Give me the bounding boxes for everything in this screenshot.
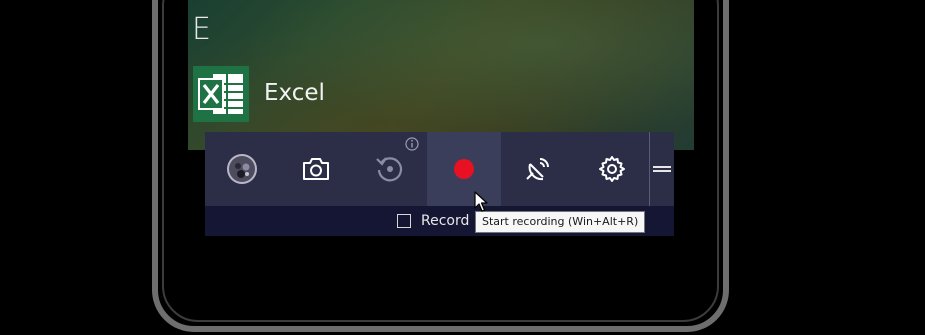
xbox-avatar-icon — [227, 154, 257, 184]
camera-icon — [303, 158, 329, 180]
excel-app-name[interactable]: Excel — [264, 80, 325, 106]
broadcast-icon — [526, 158, 549, 181]
settings-gear-icon — [599, 156, 625, 182]
gamebar-divider — [649, 132, 650, 206]
record-icon — [454, 159, 474, 179]
screenshot-button[interactable] — [279, 132, 353, 206]
start-recording-tooltip: Start recording (Win+Alt+R) — [475, 211, 646, 233]
start-recording-button[interactable] — [427, 132, 501, 206]
xbox-app-button[interactable] — [205, 132, 279, 206]
excel-app-tile[interactable] — [193, 66, 249, 122]
settings-button[interactable] — [575, 132, 649, 206]
broadcast-button[interactable] — [501, 132, 575, 206]
record-mic-checkbox[interactable] — [397, 214, 411, 228]
excel-icon — [198, 74, 243, 114]
info-icon[interactable] — [405, 137, 419, 151]
grip-icon[interactable] — [653, 166, 671, 172]
section-letter-header[interactable]: E — [192, 12, 211, 47]
start-menu-screen: E Excel — [188, 0, 694, 150]
game-bar — [205, 132, 674, 206]
record-that-icon — [376, 157, 403, 182]
mouse-cursor-icon — [474, 191, 488, 212]
